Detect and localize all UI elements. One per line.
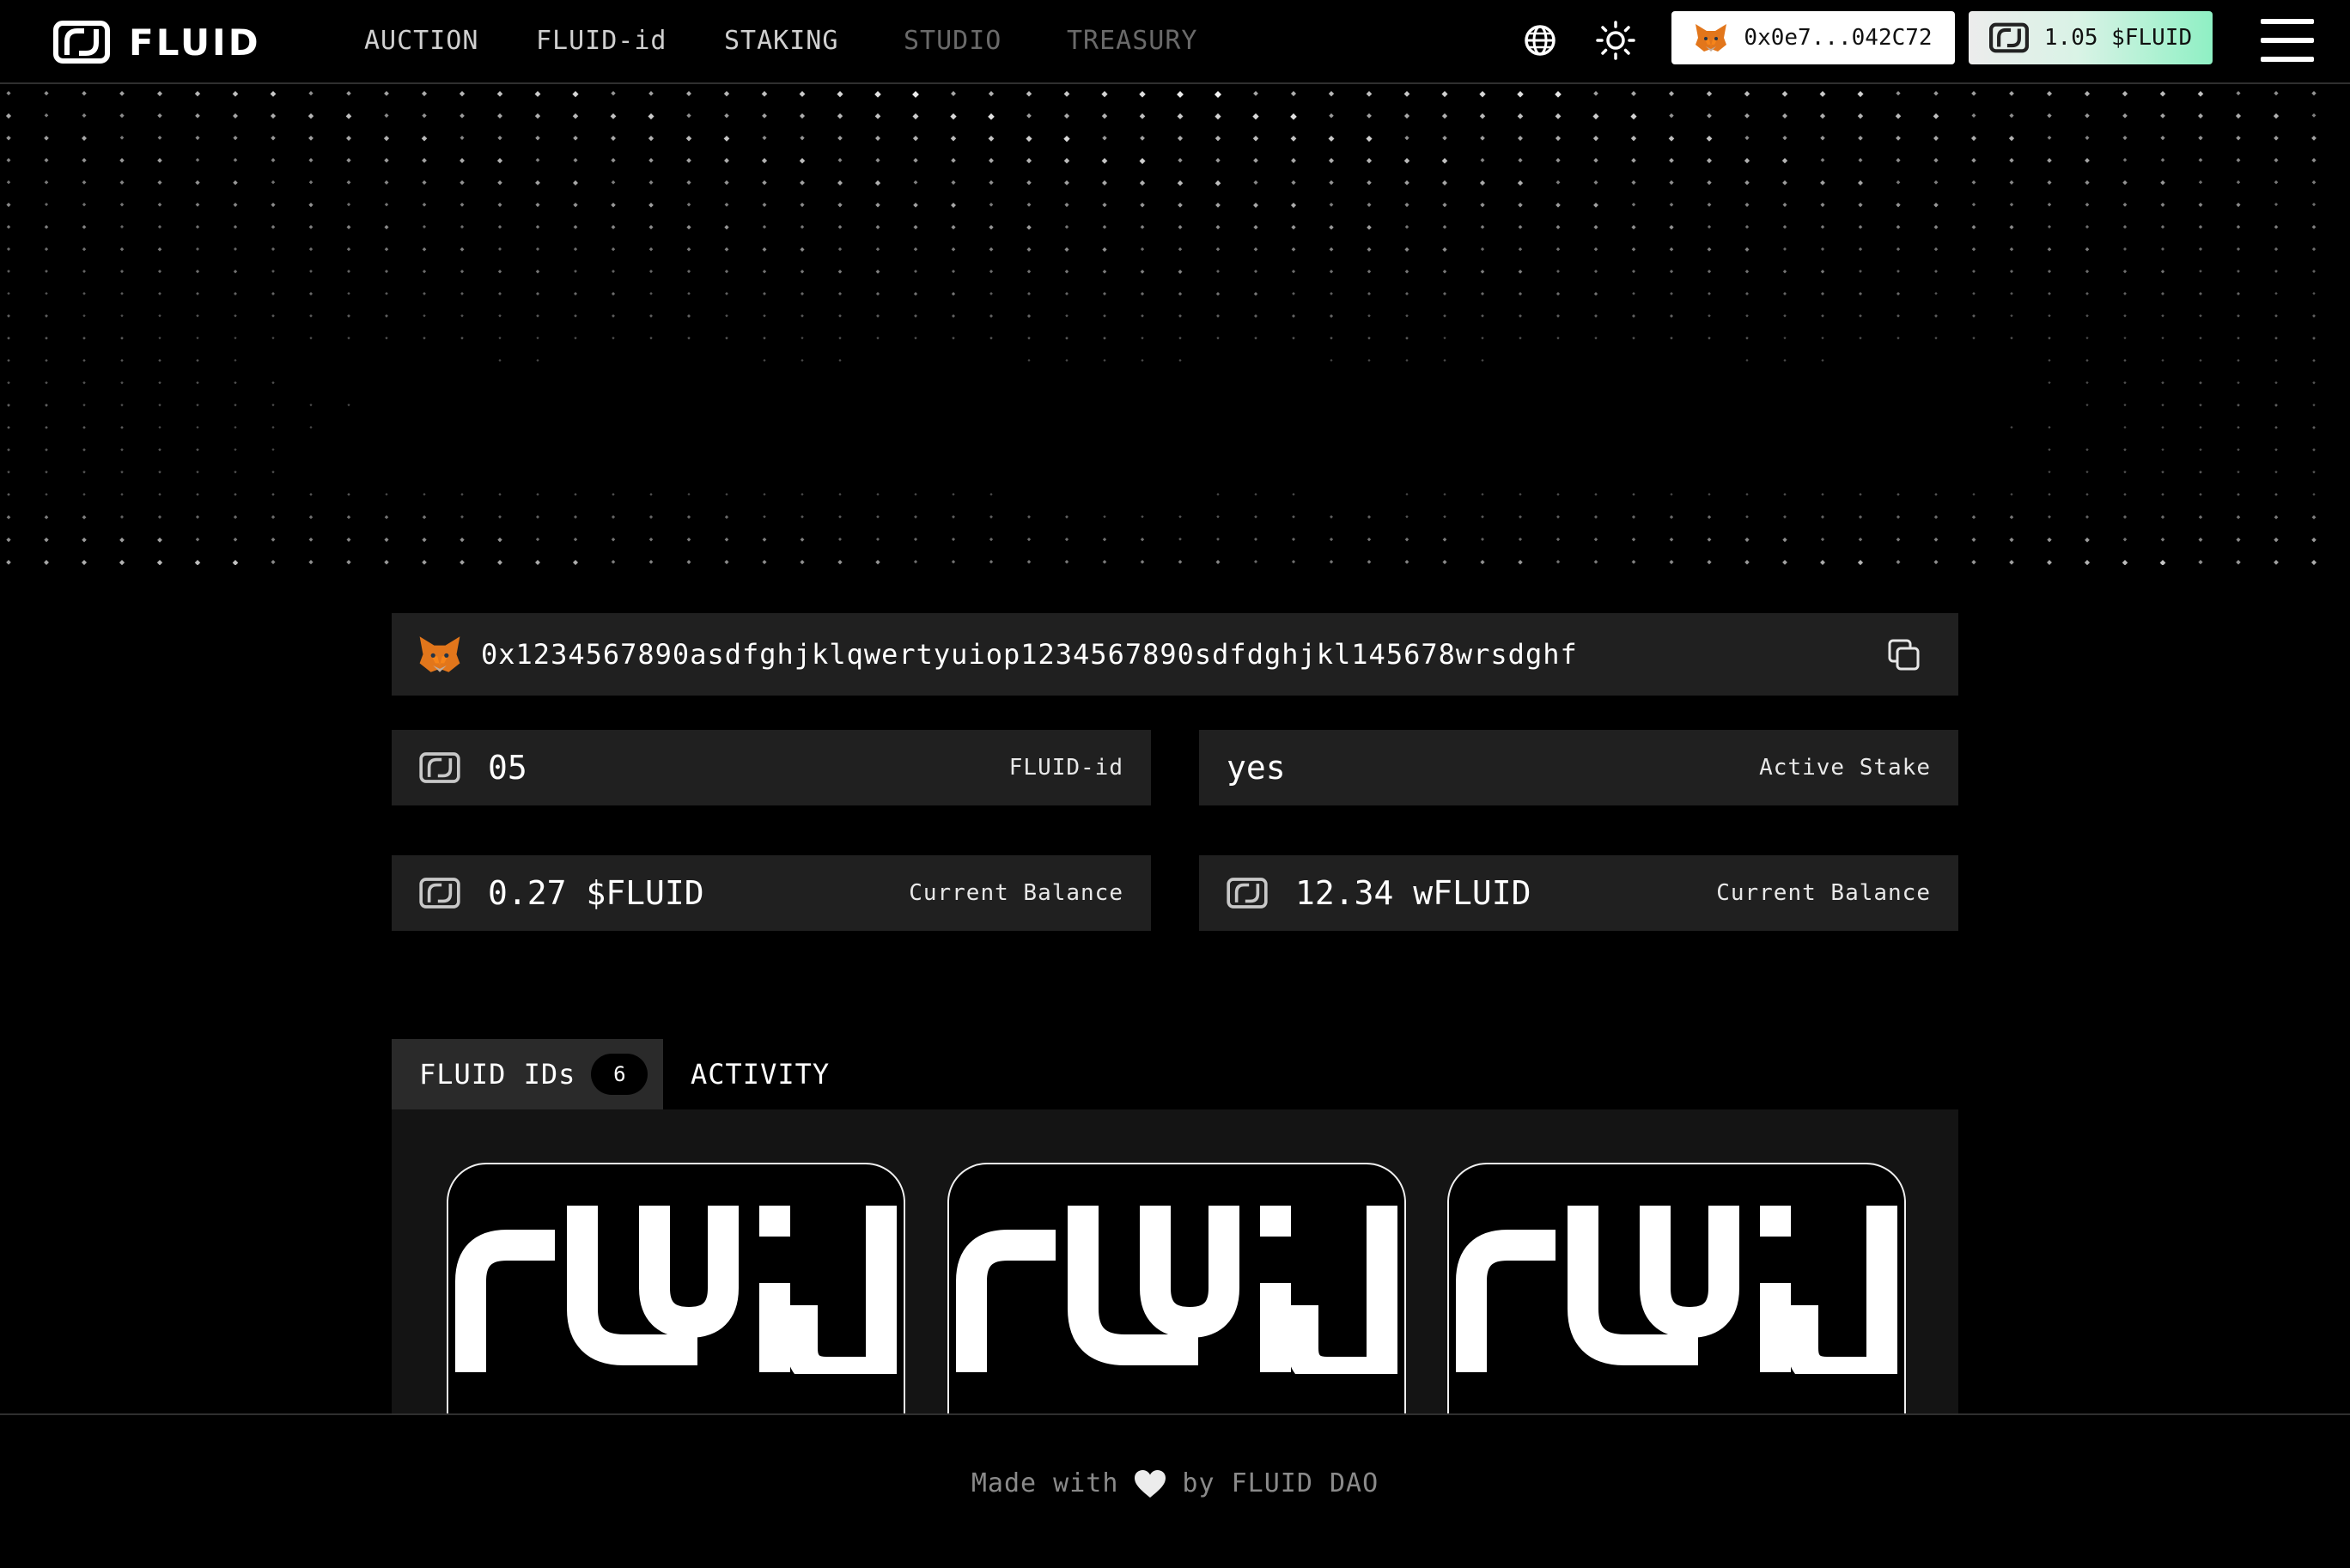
hamburger-menu-button[interactable] xyxy=(2261,17,2314,64)
token-balance-button[interactable]: 1.05 $FLUID xyxy=(1969,11,2213,64)
fluid-id-logo xyxy=(455,1206,897,1374)
nav-treasury[interactable]: TREASURY xyxy=(1067,22,1198,60)
footer-prefix: Made with xyxy=(971,1468,1119,1498)
fluid-id-card[interactable] xyxy=(947,1163,1406,1413)
sun-icon xyxy=(1596,21,1635,60)
fluid-id-card[interactable] xyxy=(447,1163,905,1413)
stat-value: yes xyxy=(1227,749,1286,787)
fluid-token-icon xyxy=(1988,22,2029,53)
globe-icon xyxy=(1525,25,1556,56)
stat-card-fluid-id: 05 FLUID-id xyxy=(392,730,1151,805)
tab-activity[interactable]: ACTIVITY xyxy=(691,1039,830,1109)
count-badge: 6 xyxy=(591,1054,648,1095)
metamask-fox-icon xyxy=(419,636,460,672)
stat-value: 12.34 wFLUID xyxy=(1295,874,1531,912)
stat-value: 0.27 $FLUID xyxy=(488,874,704,912)
stat-label: Current Balance xyxy=(909,880,1123,906)
fluid-logo-icon xyxy=(419,878,460,909)
stat-card-fluid-balance: 0.27 $FLUID Current Balance xyxy=(392,855,1151,931)
fluid-id-logo xyxy=(956,1206,1397,1374)
footer-credit: Made with by FLUID DAO xyxy=(0,1468,2350,1498)
fluid-id-card[interactable] xyxy=(1447,1163,1906,1413)
language-button[interactable] xyxy=(1519,19,1562,62)
nav-staking[interactable]: STAKING xyxy=(724,22,838,60)
hero-dot-animation xyxy=(0,84,2350,565)
fluid-ids-panel xyxy=(392,1109,1958,1413)
nav-studio[interactable]: STUDIO xyxy=(904,22,1001,60)
stat-label: FLUID-id xyxy=(1008,755,1123,781)
wallet-address-row: 0x1234567890asdfghjklqwertyuiop123456789… xyxy=(392,613,1958,696)
footer-suffix: by FLUID DAO xyxy=(1182,1468,1379,1498)
dot-field-graphic xyxy=(5,90,2317,565)
stat-card-wfluid-balance: 12.34 wFLUID Current Balance xyxy=(1199,855,1958,931)
theme-toggle-button[interactable] xyxy=(1594,19,1637,62)
stat-card-active-stake: yes Active Stake xyxy=(1199,730,1958,805)
fluid-logo-icon xyxy=(419,752,460,783)
copy-icon[interactable] xyxy=(1886,637,1922,673)
fluid-logo-icon xyxy=(53,21,110,64)
brand-name: FLUID xyxy=(129,21,261,64)
fluid-id-logo xyxy=(1456,1206,1897,1374)
nav-fluid-id[interactable]: FLUID-id xyxy=(536,22,667,60)
fluid-brand-logo[interactable]: FLUID xyxy=(53,21,261,64)
tab-fluid-ids[interactable]: FLUID IDs 6 xyxy=(392,1039,663,1109)
token-balance-label: 1.05 $FLUID xyxy=(2043,25,2193,51)
hamburger-icon xyxy=(2261,19,2314,24)
stat-label: Current Balance xyxy=(1716,880,1931,906)
metamask-fox-icon xyxy=(1696,24,1727,52)
wallet-connect-button[interactable]: 0x0e7...042C72 xyxy=(1671,11,1955,64)
page-footer: Made with by FLUID DAO xyxy=(0,1413,2350,1568)
top-navigation-bar: FLUID AUCTION FLUID-id STAKING STUDIO TR… xyxy=(0,0,2350,84)
nav-auction[interactable]: AUCTION xyxy=(364,22,478,60)
heart-icon xyxy=(1135,1469,1166,1498)
tab-label: FLUID IDs xyxy=(419,1058,576,1091)
stat-label: Active Stake xyxy=(1759,755,1931,781)
stat-value: 05 xyxy=(488,749,527,787)
fluid-logo-icon xyxy=(1227,878,1268,909)
wallet-address-label: 0x0e7...042C72 xyxy=(1744,25,1933,51)
full-wallet-address: 0x1234567890asdfghjklqwertyuiop123456789… xyxy=(481,638,1578,671)
